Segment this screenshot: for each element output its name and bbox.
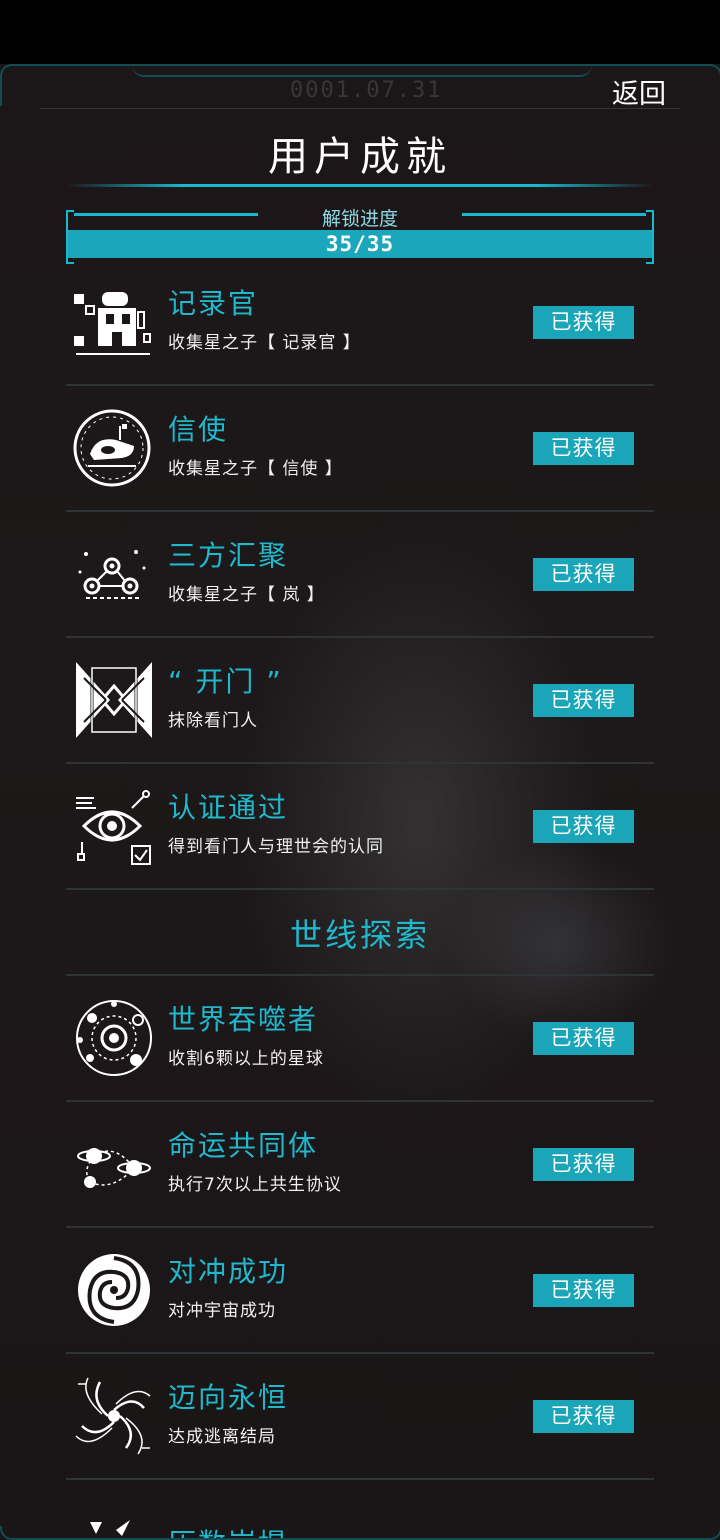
ghost-timestamp: 0001.07.31 [290, 78, 443, 103]
header-divider [40, 108, 680, 109]
achievement-name: “ 开门 ” [168, 665, 283, 698]
linked-planets-icon [72, 1122, 156, 1206]
eye-scan-icon [72, 784, 156, 868]
achievement-row[interactable]: 世界吞噬者 收割6颗以上的星球 已获得 [66, 976, 654, 1102]
planet-orbits-icon [72, 996, 156, 1080]
achievement-row[interactable]: 迈向永恒 达成逃离结局 已获得 [66, 1354, 654, 1480]
achievement-row[interactable]: 信使 收集星之子【 信使 】 已获得 [66, 386, 654, 512]
gate-icon [72, 658, 156, 742]
network-nodes-icon [72, 532, 156, 616]
robot-archivist-icon [72, 280, 156, 364]
section-title: 世线探索 [289, 916, 430, 954]
progress-label: 解锁进度 [321, 208, 398, 230]
achievement-desc: 收集星之子【 信使 】 [168, 459, 343, 479]
achievement-row[interactable]: 认证通过 得到看门人与理世会的认同 已获得 [66, 764, 654, 890]
unlock-progress: 解锁进度 35/35 [66, 208, 654, 264]
obtained-badge: 已获得 [533, 810, 634, 843]
achievement-name: 世界吞噬者 [168, 1003, 319, 1036]
messenger-ship-icon [72, 406, 156, 490]
obtained-badge: 已获得 [533, 1148, 634, 1181]
achievement-desc: 对冲宇宙成功 [168, 1301, 276, 1321]
achievement-name: 认证通过 [168, 791, 289, 824]
achievement-name: 迈向永恒 [168, 1381, 289, 1414]
row-divider [66, 1478, 654, 1480]
achievement-name: 对冲成功 [168, 1255, 289, 1288]
achievement-desc: 得到看门人与理世会的认同 [168, 837, 384, 857]
achievement-row[interactable]: 对冲成功 对冲宇宙成功 已获得 [66, 1228, 654, 1354]
obtained-badge: 已获得 [533, 1274, 634, 1307]
obtained-badge: 已获得 [533, 306, 634, 339]
title-underline [66, 184, 654, 187]
achievement-row[interactable]: 三方汇聚 收集星之子【 岚 】 已获得 [66, 512, 654, 638]
achievement-desc: 收割6颗以上的星球 [168, 1049, 324, 1069]
achievement-name: 记录官 [168, 287, 259, 320]
achievement-name: 命运共同体 [168, 1129, 319, 1162]
obtained-badge: 已获得 [533, 1022, 634, 1055]
achievement-name: 三方汇聚 [168, 539, 289, 572]
achievement-row[interactable]: 记录官 收集星之子【 记录官 】 已获得 [66, 260, 654, 386]
panel-bottom-frame [0, 1526, 720, 1540]
obtained-badge: 已获得 [533, 432, 634, 465]
achievement-row[interactable]: “ 开门 ” 抹除看门人 已获得 [66, 638, 654, 764]
achievement-desc: 执行7次以上共生协议 [168, 1175, 342, 1195]
frame-notch [132, 65, 592, 77]
obtained-badge: 已获得 [533, 558, 634, 591]
achievement-desc: 收集星之子【 记录官 】 [168, 333, 361, 353]
obtained-badge: 已获得 [533, 1400, 634, 1433]
progress-count: 35/35 [325, 232, 395, 256]
achievement-desc: 收集星之子【 岚 】 [168, 585, 325, 605]
spiral-galaxy-icon [72, 1374, 156, 1458]
obtained-badge: 已获得 [533, 684, 634, 717]
achievements-panel: 0001.07.31 返回 用户成就 解锁进度 35/35 记录官 收集星之子【… [0, 64, 720, 1540]
achievement-desc: 抹除看门人 [168, 711, 258, 731]
progress-track: 35/35 [68, 230, 652, 258]
status-bar [0, 0, 720, 64]
back-button[interactable]: 返回 [612, 72, 666, 111]
achievement-desc: 达成逃离结局 [168, 1427, 276, 1447]
vortex-icon [72, 1248, 156, 1332]
achievement-row[interactable]: 命运共同体 执行7次以上共生协议 已获得 [66, 1102, 654, 1228]
row-divider [66, 888, 654, 890]
achievement-name: 信使 [168, 413, 229, 446]
page-title: 用户成就 [268, 134, 452, 180]
